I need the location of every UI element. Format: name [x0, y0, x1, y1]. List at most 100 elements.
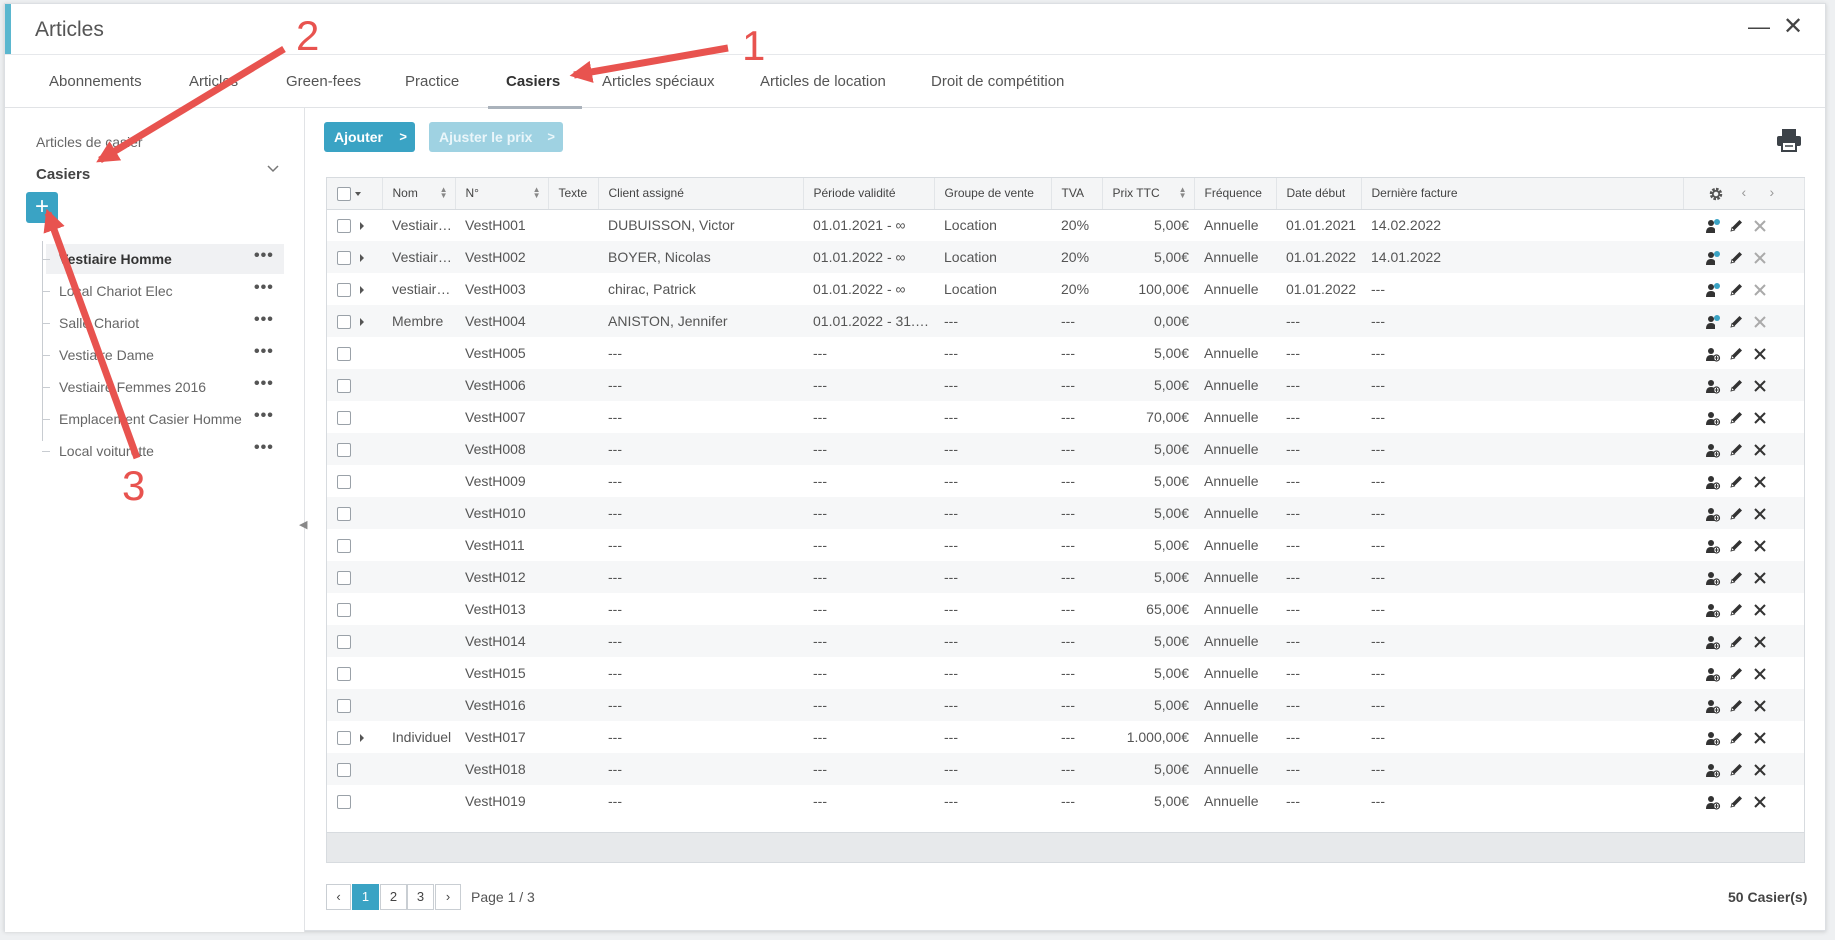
edit-icon[interactable]: [1729, 538, 1744, 553]
sidebar-section-label[interactable]: Articles de casier: [36, 134, 143, 150]
sidebar-group-casiers[interactable]: Casiers: [36, 166, 90, 183]
expand-icon[interactable]: [360, 318, 364, 327]
assign-user-icon[interactable]: [1705, 570, 1721, 586]
expand-icon[interactable]: [360, 254, 364, 263]
table-row[interactable]: VestH007 --- --- --- --- 70,00€ Annuelle --- ---: [327, 401, 1804, 433]
tab-articles-speciaux[interactable]: Articles spéciaux: [602, 73, 715, 90]
table-row[interactable]: VestH010 --- --- --- --- 5,00€ Annuelle --- ---: [327, 497, 1804, 529]
sidebar-item-salle-chariot[interactable]: Salle Chariot •••: [42, 308, 284, 338]
edit-icon[interactable]: [1729, 698, 1744, 713]
add-button[interactable]: Ajouter >: [324, 122, 415, 152]
row-checkbox[interactable]: [337, 635, 351, 650]
table-row[interactable]: VestH014 --- --- --- --- 5,00€ Annuelle --- ---: [327, 625, 1804, 657]
row-checkbox[interactable]: [337, 251, 351, 266]
table-row[interactable]: VestH018 --- --- --- --- 5,00€ Annuelle --- ---: [327, 753, 1804, 785]
assign-user-icon[interactable]: [1705, 730, 1721, 746]
sidebar-item-vestiaire-homme[interactable]: Vestiaire Homme •••: [42, 244, 284, 274]
more-icon[interactable]: •••: [254, 311, 274, 329]
row-checkbox[interactable]: [337, 603, 351, 618]
assign-user-icon[interactable]: [1705, 282, 1721, 298]
expand-icon[interactable]: [360, 734, 364, 743]
more-icon[interactable]: •••: [254, 343, 274, 361]
row-checkbox[interactable]: [337, 539, 351, 554]
col-header[interactable]: Date début: [1276, 178, 1362, 210]
tab-articles-location[interactable]: Articles de location: [760, 73, 886, 90]
table-row[interactable]: VestH012 --- --- --- --- 5,00€ Annuelle --- ---: [327, 561, 1804, 593]
assign-user-icon[interactable]: [1705, 410, 1721, 426]
chevron-left-icon[interactable]: ‹: [1742, 184, 1747, 200]
row-checkbox[interactable]: [337, 443, 351, 458]
edit-icon[interactable]: [1729, 442, 1744, 457]
delete-icon[interactable]: [1753, 507, 1767, 521]
assign-user-icon[interactable]: [1705, 378, 1721, 394]
col-header[interactable]: Période validité: [803, 178, 935, 210]
delete-icon[interactable]: [1753, 699, 1767, 713]
more-icon[interactable]: •••: [254, 407, 274, 425]
edit-icon[interactable]: [1729, 762, 1744, 777]
next-page-button[interactable]: ›: [435, 884, 461, 910]
assign-user-icon[interactable]: [1705, 314, 1721, 330]
delete-icon[interactable]: [1753, 283, 1767, 297]
assign-user-icon[interactable]: [1705, 666, 1721, 682]
page-button[interactable]: 1: [352, 884, 379, 910]
delete-icon[interactable]: [1753, 347, 1767, 361]
assign-user-icon[interactable]: [1705, 794, 1721, 810]
table-row[interactable]: VestH015 --- --- --- --- 5,00€ Annuelle --- ---: [327, 657, 1804, 689]
table-row[interactable]: vestiaire homme VestH003 chirac, Patrick 01…: [327, 273, 1804, 305]
more-icon[interactable]: •••: [254, 247, 274, 265]
sidebar-item-vestiaire-dame[interactable]: Vestiaire Dame •••: [42, 340, 284, 370]
edit-icon[interactable]: [1729, 666, 1744, 681]
edit-icon[interactable]: [1729, 218, 1744, 233]
assign-user-icon[interactable]: [1705, 762, 1721, 778]
row-checkbox[interactable]: [337, 699, 351, 714]
row-checkbox[interactable]: [337, 667, 351, 682]
page-button[interactable]: 2: [380, 884, 407, 910]
tab-articles[interactable]: Articles: [189, 73, 238, 90]
add-category-button[interactable]: +: [26, 192, 58, 223]
col-header[interactable]: TVA: [1051, 178, 1103, 210]
chevron-down-icon[interactable]: [267, 162, 279, 174]
select-all-checkbox[interactable]: [337, 186, 351, 201]
expand-icon[interactable]: [360, 286, 364, 295]
col-header[interactable]: Texte: [548, 178, 599, 210]
delete-icon[interactable]: [1753, 635, 1767, 649]
table-row[interactable]: Individuel VestH017 --- --- --- --- 1.000,00€ A…: [327, 721, 1804, 753]
delete-icon[interactable]: [1753, 539, 1767, 553]
sidebar-item-local-voiturette[interactable]: Local voiturette •••: [42, 436, 284, 466]
edit-icon[interactable]: [1729, 506, 1744, 521]
minimize-icon[interactable]: —: [1748, 14, 1770, 40]
table-row[interactable]: VestH011 --- --- --- --- 5,00€ Annuelle --- ---: [327, 529, 1804, 561]
more-icon[interactable]: •••: [254, 375, 274, 393]
table-row[interactable]: VestH009 --- --- --- --- 5,00€ Annuelle --- ---: [327, 465, 1804, 497]
edit-icon[interactable]: [1729, 602, 1744, 617]
row-checkbox[interactable]: [337, 571, 351, 586]
row-checkbox[interactable]: [337, 731, 351, 746]
delete-icon[interactable]: [1753, 443, 1767, 457]
row-checkbox[interactable]: [337, 379, 351, 394]
row-checkbox[interactable]: [337, 507, 351, 522]
tab-green-fees[interactable]: Green-fees: [286, 73, 361, 90]
collapse-sidebar-icon[interactable]: ◀: [299, 518, 307, 531]
delete-icon[interactable]: [1753, 603, 1767, 617]
delete-icon[interactable]: [1753, 475, 1767, 489]
edit-icon[interactable]: [1729, 730, 1744, 745]
expand-icon[interactable]: [360, 222, 364, 231]
assign-user-icon[interactable]: [1705, 634, 1721, 650]
tab-practice[interactable]: Practice: [405, 73, 459, 90]
caret-down-icon[interactable]: [355, 191, 361, 196]
delete-icon[interactable]: [1753, 795, 1767, 809]
more-icon[interactable]: •••: [254, 279, 274, 297]
tab-droit-competition[interactable]: Droit de compétition: [931, 73, 1064, 90]
table-row[interactable]: VestH019 --- --- --- --- 5,00€ Annuelle --- ---: [327, 785, 1804, 817]
row-checkbox[interactable]: [337, 411, 351, 426]
row-checkbox[interactable]: [337, 475, 351, 490]
table-row[interactable]: VestH008 --- --- --- --- 5,00€ Annuelle --- ---: [327, 433, 1804, 465]
more-icon[interactable]: •••: [254, 439, 274, 457]
print-icon[interactable]: [1776, 128, 1802, 152]
row-checkbox[interactable]: [337, 347, 351, 362]
table-row[interactable]: Membre VestH004 ANISTON, Jennifer 01.01.202…: [327, 305, 1804, 337]
sidebar-item-local-chariot-elec[interactable]: Local Chariot Elec •••: [42, 276, 284, 306]
delete-icon[interactable]: [1753, 571, 1767, 585]
delete-icon[interactable]: [1753, 219, 1767, 233]
delete-icon[interactable]: [1753, 379, 1767, 393]
